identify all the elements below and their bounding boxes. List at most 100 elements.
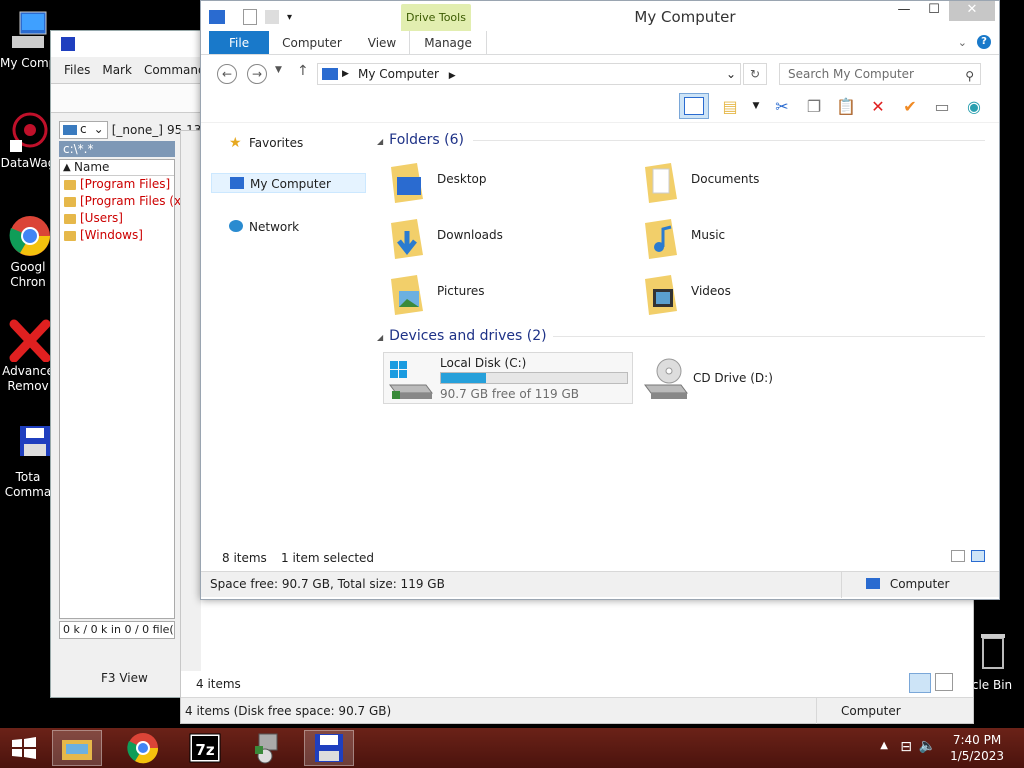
desktop-icon-total-commander[interactable]: Tota Comma xyxy=(0,424,56,500)
folder-downloads[interactable]: Downloads xyxy=(381,213,581,263)
folder-desktop[interactable]: Desktop xyxy=(381,157,581,207)
windows-logo-icon xyxy=(12,737,36,759)
desktop-icon-my-computer[interactable]: My Comp xyxy=(0,10,56,71)
tc-drive-select[interactable]: c ⌄ xyxy=(59,121,108,139)
list-item[interactable]: [Program Files (x8 xyxy=(60,193,189,210)
tab-manage[interactable]: Manage xyxy=(409,31,487,54)
back-explorer-status: 4 items (Disk free space: 90.7 GB) Compu… xyxy=(181,697,973,724)
back-button[interactable]: ← xyxy=(217,64,237,84)
cut-icon[interactable]: ✂ xyxy=(771,95,793,117)
rename-icon[interactable]: ▭ xyxy=(931,95,953,117)
tc-titlebar[interactable] xyxy=(51,31,209,57)
explorer-window[interactable]: ▾ Drive Tools My Computer — ☐ ✕ File Com… xyxy=(200,0,1000,600)
f3-view-button[interactable]: F3 View xyxy=(101,671,148,685)
chrome-icon xyxy=(6,214,50,258)
delete-icon[interactable]: ✕ xyxy=(867,95,889,117)
recent-locations-icon[interactable]: ▼ xyxy=(275,65,282,75)
tc-volume-label: [_none_] xyxy=(111,123,163,137)
tc-menu-mark[interactable]: Mark xyxy=(102,63,132,83)
folder-options-icon[interactable]: ▤ xyxy=(719,95,741,117)
start-button[interactable] xyxy=(0,730,48,766)
clock[interactable]: 7:40 PM 1/5/2023 xyxy=(950,732,1004,764)
large-icons-view-icon[interactable] xyxy=(971,550,985,562)
details-view-icon[interactable] xyxy=(951,550,965,562)
copy-icon[interactable]: ❐ xyxy=(803,95,825,117)
content-area[interactable]: ◢ Folders (6) Desktop Documents Downloads… xyxy=(377,125,989,545)
folders-group-header[interactable]: ◢ Folders (6) xyxy=(377,129,985,151)
shell-icon[interactable]: ◉ xyxy=(963,95,985,117)
desktop-folder-icon xyxy=(391,163,423,203)
desktop-icon-google-chrome[interactable]: Googl Chron xyxy=(0,214,56,290)
large-icons-view-icon[interactable] xyxy=(935,673,953,691)
breadcrumb-separator-icon: ▶ xyxy=(342,69,349,79)
expand-ribbon-icon[interactable]: ⌄ xyxy=(958,36,967,49)
file-explorer-icon xyxy=(62,740,92,760)
tab-computer[interactable]: Computer xyxy=(269,31,355,54)
details-view-icon[interactable] xyxy=(909,673,931,693)
taskbar-chrome[interactable] xyxy=(118,730,168,766)
explorer-status: Space free: 90.7 GB, Total size: 119 GB … xyxy=(201,571,999,598)
folder-icon xyxy=(64,180,76,190)
minimize-button[interactable]: — xyxy=(889,1,919,21)
address-bar[interactable]: ▶ My Computer ▶ ⌄ xyxy=(317,63,741,85)
nav-my-computer[interactable]: My Computer xyxy=(211,173,366,193)
navigation-pane-icon[interactable] xyxy=(679,93,709,119)
explorer-titlebar[interactable]: ▾ Drive Tools My Computer — ☐ ✕ xyxy=(201,1,999,31)
forward-button[interactable]: → xyxy=(247,64,267,84)
selected-count: 1 item selected xyxy=(281,551,375,565)
list-item[interactable]: [Users] xyxy=(60,210,174,227)
tab-file[interactable]: File xyxy=(209,31,270,54)
close-button[interactable]: ✕ xyxy=(949,1,995,21)
computer-icon xyxy=(230,177,244,189)
taskbar-7zip[interactable]: 7z xyxy=(180,730,230,766)
volume-icon[interactable]: 🔈 xyxy=(919,738,936,754)
cd-drive-d[interactable]: CD Drive (D:) xyxy=(639,357,839,407)
network-tray-icon[interactable]: ⊟ xyxy=(900,739,912,755)
list-item[interactable]: [Windows] xyxy=(60,227,174,244)
back-explorer-navpane xyxy=(181,131,201,671)
search-input[interactable]: Search My Computer ⚲ xyxy=(779,63,981,85)
maximize-button[interactable]: ☐ xyxy=(919,1,949,21)
folder-documents[interactable]: Documents xyxy=(635,157,835,207)
window-title: My Computer xyxy=(634,8,736,26)
address-dropdown-icon[interactable]: ⌄ xyxy=(726,64,736,84)
nav-favorites[interactable]: ★ Favorites xyxy=(229,133,303,153)
nav-network[interactable]: Network xyxy=(229,217,299,237)
computer-icon xyxy=(866,578,880,589)
desktop-icon-datawag[interactable]: DataWag xyxy=(0,110,56,171)
tc-path: c:\*.* xyxy=(59,141,175,157)
show-hidden-icons-icon[interactable]: ▲ xyxy=(880,740,888,751)
devices-group-header[interactable]: ◢ Devices and drives (2) xyxy=(377,325,985,347)
help-icon[interactable]: ? xyxy=(977,35,991,49)
tc-menu-files[interactable]: Files xyxy=(64,63,90,83)
refresh-button[interactable]: ↻ xyxy=(743,63,767,85)
local-disk-c[interactable]: Local Disk (C:) 90.7 GB free of 119 GB xyxy=(383,352,633,404)
item-count: 8 items xyxy=(222,551,267,565)
address-row: ← → ▼ ↑ ▶ My Computer ▶ ⌄ ↻ Search My Co… xyxy=(201,55,999,91)
folder-pictures[interactable]: Pictures xyxy=(381,269,581,319)
taskbar-installer[interactable] xyxy=(242,730,292,766)
floppy-disk-icon xyxy=(61,37,75,51)
tc-menu-command[interactable]: Command xyxy=(144,63,206,83)
chevron-down-icon[interactable]: ▼ xyxy=(751,95,761,117)
desktop-icon-advanced-remover[interactable]: Advance Remov xyxy=(0,318,56,394)
tc-column-name[interactable]: ▲ Name xyxy=(60,160,174,176)
tab-view[interactable]: View xyxy=(355,31,409,54)
check-icon[interactable]: ✔ xyxy=(899,95,921,117)
up-button[interactable]: ↑ xyxy=(297,63,309,79)
folder-icon xyxy=(64,231,76,241)
disk-usage-fill xyxy=(441,373,486,383)
7zip-icon: 7z xyxy=(189,733,221,763)
taskbar-total-commander[interactable] xyxy=(304,730,354,766)
chrome-icon xyxy=(127,733,159,764)
folder-music[interactable]: Music xyxy=(635,213,835,263)
sort-arrow-icon: ▲ xyxy=(63,162,71,173)
taskbar-file-explorer[interactable] xyxy=(52,730,102,766)
list-item[interactable]: [Program Files] xyxy=(60,176,174,193)
folder-videos[interactable]: Videos xyxy=(635,269,835,319)
tc-file-panel[interactable]: ▲ Name [Program Files] [Program Files (x… xyxy=(59,159,189,619)
search-icon: ⚲ xyxy=(965,69,974,83)
paste-icon[interactable]: 📋 xyxy=(835,95,857,117)
breadcrumb-arrow-icon[interactable]: ▶ xyxy=(449,71,456,81)
breadcrumb[interactable]: My Computer xyxy=(358,67,439,81)
